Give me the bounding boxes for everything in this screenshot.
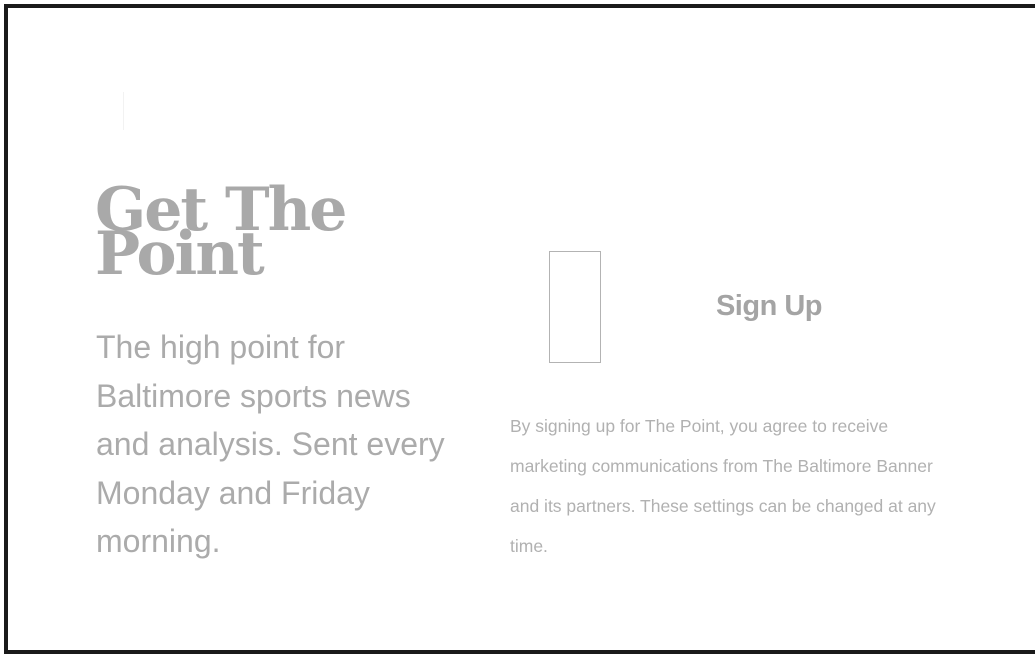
text-cursor	[123, 92, 124, 130]
signup-disclaimer: By signing up for The Point, you agree t…	[510, 416, 936, 556]
newsletter-description: The high point for Baltimore sports news…	[96, 329, 445, 559]
sign-up-button[interactable]: Sign Up	[690, 280, 848, 332]
email-input[interactable]	[549, 251, 601, 363]
newsletter-title: Get The Point	[95, 175, 347, 289]
